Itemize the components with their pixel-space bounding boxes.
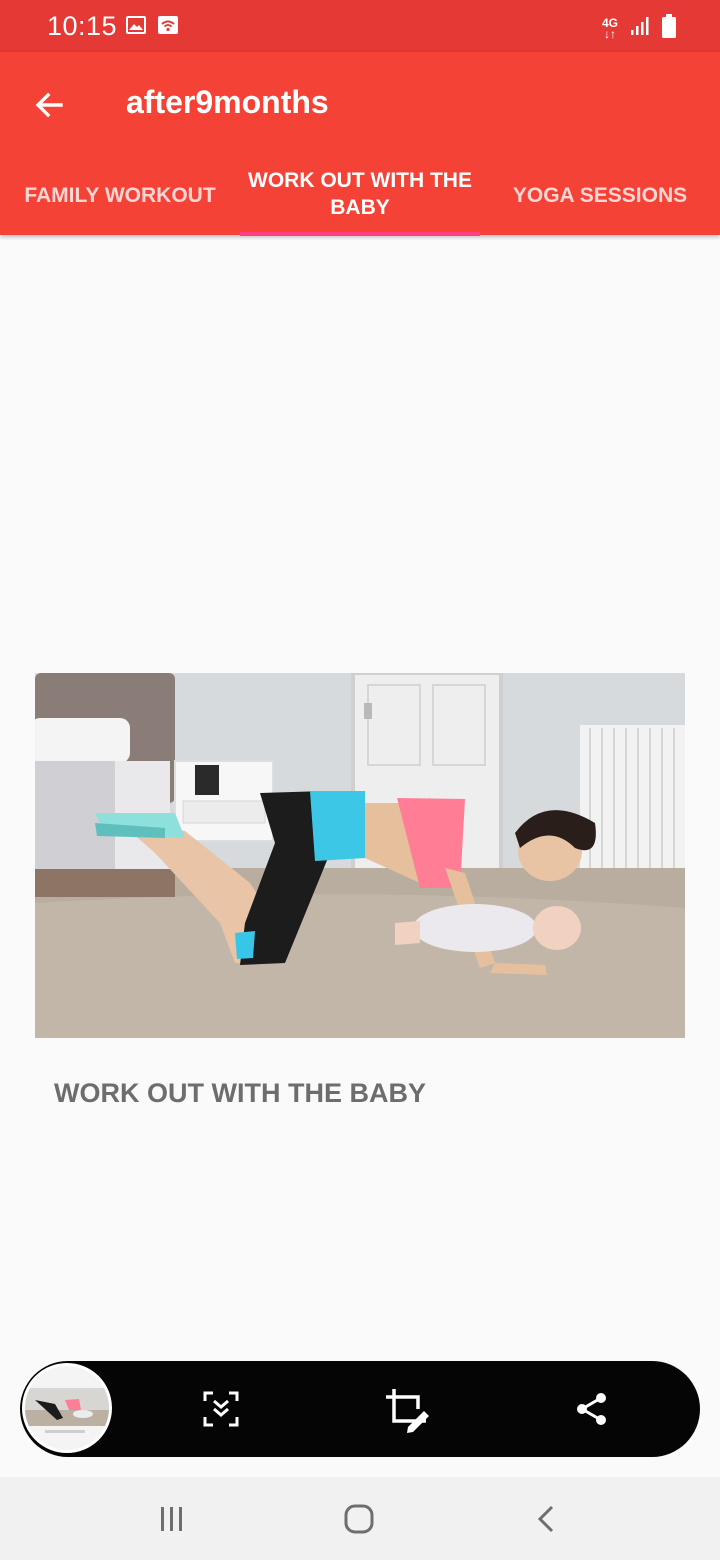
- status-bar: 10:15 4G ↓↑: [0, 0, 720, 52]
- back-icon: [537, 1505, 554, 1533]
- image-notification-icon: [125, 14, 147, 41]
- tab-bar: FAMILY WORKOUT WORK OUT WITH THE BABY YO…: [0, 155, 720, 236]
- recents-button[interactable]: [152, 1499, 192, 1539]
- scroll-capture-button[interactable]: [197, 1385, 245, 1433]
- wifi-notification-icon: [157, 14, 179, 41]
- app-bar: after9months FAMILY WORKOUT WORK OUT WIT…: [0, 52, 720, 236]
- status-time: 10:15: [47, 11, 118, 41]
- crop-edit-icon: [386, 1389, 429, 1433]
- mother-doing-push-ups-over-baby-image: [35, 673, 685, 1038]
- tab-family-workout[interactable]: FAMILY WORKOUT: [0, 155, 240, 235]
- signal-icon: [630, 16, 650, 41]
- video-thumbnail[interactable]: [35, 673, 685, 1038]
- system-back-button[interactable]: [527, 1499, 567, 1539]
- screenshot-preview[interactable]: [22, 1363, 112, 1453]
- back-button[interactable]: [26, 82, 72, 128]
- screenshot-preview-image: [25, 1366, 109, 1450]
- tab-indicator: [240, 232, 480, 236]
- network-type-label: 4G ↓↑: [601, 15, 618, 41]
- share-button[interactable]: [568, 1385, 616, 1433]
- home-button[interactable]: [339, 1499, 379, 1539]
- scroll-capture-icon: [203, 1391, 239, 1427]
- arrow-left-icon: [35, 92, 63, 118]
- screenshot-toolbar: [20, 1361, 700, 1457]
- recents-icon: [161, 1507, 182, 1531]
- navigation-bar: [0, 1477, 720, 1560]
- tab-work-out-with-the-baby[interactable]: WORK OUT WITH THE BABY: [240, 155, 480, 235]
- home-icon: [344, 1504, 374, 1534]
- tab-yoga-sessions[interactable]: YOGA SESSIONS: [480, 155, 720, 235]
- battery-icon: [662, 14, 676, 43]
- page-title: after9months: [126, 84, 329, 120]
- crop-edit-button[interactable]: [382, 1385, 430, 1433]
- share-icon: [577, 1393, 606, 1425]
- video-caption[interactable]: WORK OUT WITH THE BABY: [54, 1078, 426, 1109]
